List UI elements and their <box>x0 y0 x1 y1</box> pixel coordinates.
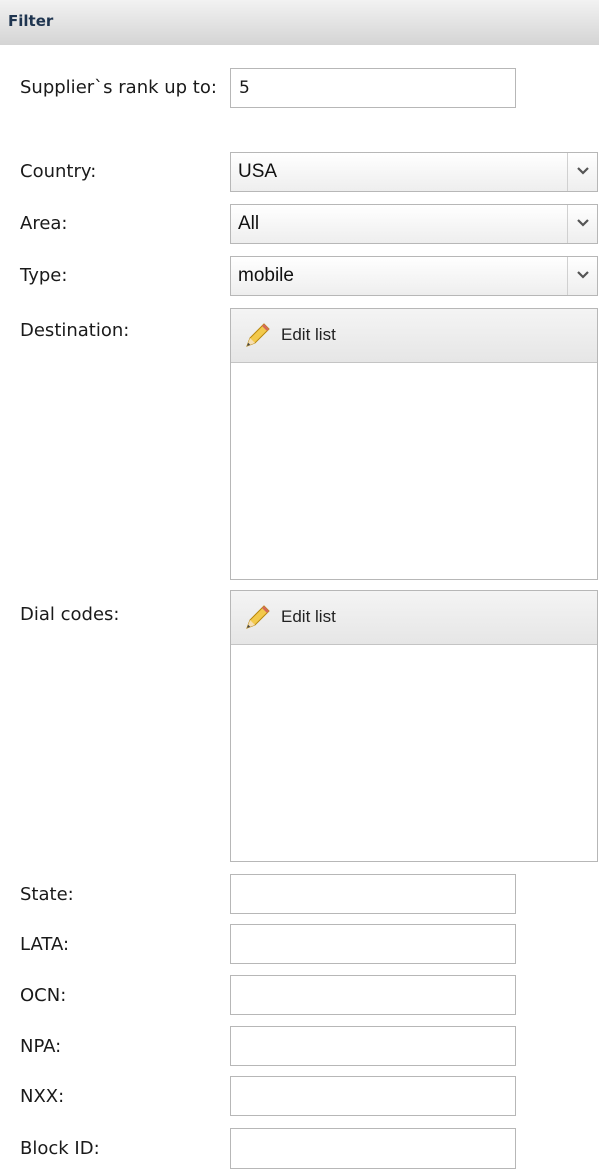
dial-codes-edit-list-button[interactable]: Edit list <box>239 600 344 634</box>
nxx-label: NXX: <box>20 1086 65 1107</box>
block-id-input[interactable] <box>230 1128 516 1169</box>
pencil-icon <box>246 323 270 347</box>
panel-header: Filter <box>0 0 599 45</box>
state-input[interactable] <box>230 874 516 914</box>
lata-input[interactable] <box>230 924 516 964</box>
npa-input[interactable] <box>230 1026 516 1066</box>
country-dropdown-button[interactable] <box>567 153 597 191</box>
type-select[interactable]: mobile <box>230 256 598 296</box>
country-select[interactable]: USA <box>230 152 598 192</box>
ocn-input[interactable] <box>230 975 516 1015</box>
type-label: Type: <box>20 265 68 286</box>
area-label: Area: <box>20 213 68 234</box>
filter-panel: Filter Supplier`s rank up to: Country: U… <box>0 0 599 1169</box>
area-select[interactable]: All <box>230 204 598 244</box>
panel-title: Filter <box>8 12 54 30</box>
block-id-label: Block ID: <box>20 1138 100 1159</box>
area-dropdown-button[interactable] <box>567 205 597 243</box>
chevron-down-icon <box>577 271 589 279</box>
country-select-value: USA <box>238 161 278 182</box>
ocn-label: OCN: <box>20 985 67 1006</box>
area-select-value: All <box>238 213 260 234</box>
chevron-down-icon <box>577 167 589 175</box>
dial-codes-edit-list-label: Edit list <box>281 607 336 626</box>
rank-input[interactable] <box>230 68 516 108</box>
destination-label: Destination: <box>20 320 130 341</box>
rank-label: Supplier`s rank up to: <box>20 77 217 98</box>
npa-label: NPA: <box>20 1036 62 1057</box>
pencil-icon <box>246 605 270 629</box>
dial-codes-toolbar: Edit list <box>231 591 597 645</box>
type-select-value: mobile <box>238 265 294 286</box>
dial-codes-list[interactable]: Edit list <box>230 590 598 862</box>
destination-list[interactable]: Edit list <box>230 308 598 580</box>
destination-edit-list-button[interactable]: Edit list <box>239 318 344 352</box>
nxx-input[interactable] <box>230 1076 516 1116</box>
type-dropdown-button[interactable] <box>567 257 597 295</box>
destination-toolbar: Edit list <box>231 309 597 363</box>
dial-codes-label: Dial codes: <box>20 604 120 625</box>
chevron-down-icon <box>577 219 589 227</box>
state-label: State: <box>20 884 74 905</box>
lata-label: LATA: <box>20 934 70 955</box>
country-label: Country: <box>20 161 97 182</box>
destination-edit-list-label: Edit list <box>281 325 336 344</box>
